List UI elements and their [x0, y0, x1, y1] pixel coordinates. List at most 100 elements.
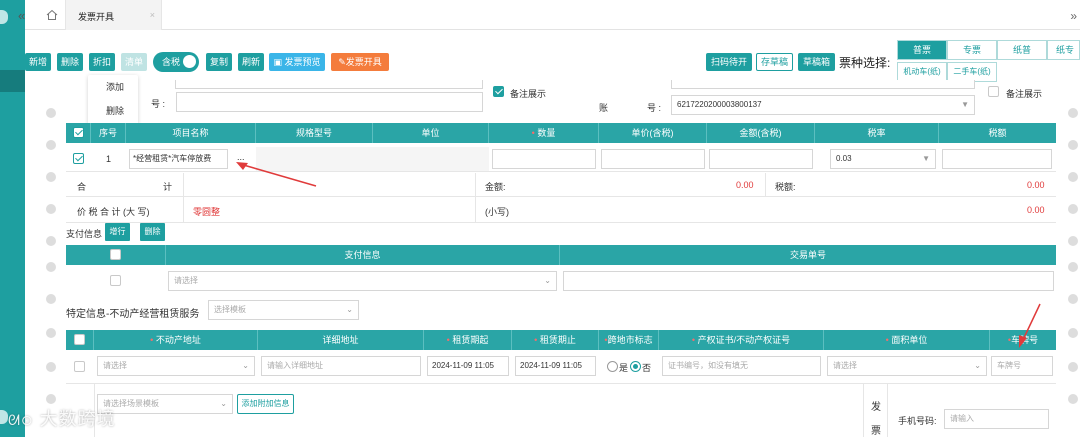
- invoice-preview-button[interactable]: ▣ 发票预览: [269, 53, 325, 71]
- divider: [475, 173, 476, 222]
- row-dot: [46, 328, 56, 338]
- annotation-arrow-icon: [236, 162, 317, 187]
- discount-button[interactable]: 折扣: [89, 53, 115, 71]
- copy-button[interactable]: 复制: [206, 53, 232, 71]
- payment-info-select[interactable]: 请选择 ⌄: [168, 271, 557, 291]
- save-draft-button[interactable]: 存草稿: [756, 53, 793, 71]
- items-header-index: 序号: [91, 123, 126, 143]
- remark-show-right-label: 备注展示: [1006, 89, 1043, 99]
- buyer-field-top[interactable]: [175, 80, 483, 89]
- seller-field-top[interactable]: [671, 80, 975, 89]
- divider: [765, 173, 766, 196]
- item-price-input[interactable]: [601, 149, 705, 169]
- cross-city-no-radio[interactable]: [630, 361, 641, 372]
- item-amount-input[interactable]: [709, 149, 813, 169]
- item-index: 1: [106, 154, 112, 164]
- tab-close-icon[interactable]: ×: [150, 10, 155, 20]
- invoice-issue-button[interactable]: ✎发票开具: [331, 53, 389, 71]
- remark-show-right-checkbox[interactable]: [988, 86, 999, 97]
- special-address-select[interactable]: 请选择 ⌄: [97, 356, 255, 376]
- special-cert-input[interactable]: 证书编号，如没有填无: [662, 356, 821, 376]
- special-start-input[interactable]: 2024-11-09 11:05: [427, 356, 509, 376]
- special-select-all-checkbox[interactable]: [74, 334, 85, 345]
- special-header-end-label: 租赁期止: [539, 335, 576, 345]
- ticket-type-ordinary[interactable]: 普票: [897, 40, 947, 60]
- collapse-icon[interactable]: «: [18, 8, 25, 23]
- new-button[interactable]: 新增: [25, 53, 51, 71]
- buyer-number-input[interactable]: [176, 92, 483, 112]
- payment-select-all-cell: [66, 245, 166, 265]
- row-dot: [1068, 294, 1078, 304]
- row-dot: [1068, 204, 1078, 214]
- scan-pending-button[interactable]: 扫码待开: [706, 53, 752, 71]
- item-tax-rate-select[interactable]: 0.03 ▼: [830, 149, 936, 169]
- ticket-type-paper-special[interactable]: 纸专: [1047, 40, 1080, 60]
- special-header-cert-label: 产权证书/不动产权证号: [697, 335, 791, 345]
- add-extra-info-button[interactable]: 添加附加信息: [237, 394, 294, 414]
- row-dot: [46, 172, 56, 182]
- row-dot: [1068, 236, 1078, 246]
- item-qty-input[interactable]: [492, 149, 596, 169]
- chevron-down-icon: ⌄: [242, 361, 249, 370]
- item-tax-input[interactable]: [942, 149, 1052, 169]
- ticket-type-special[interactable]: 专票: [947, 40, 997, 60]
- items-header-spec: 规格型号: [256, 123, 373, 143]
- sidebar-active-item[interactable]: [0, 70, 25, 92]
- special-row-checkbox[interactable]: [74, 361, 85, 372]
- special-template-select[interactable]: 选择模板 ⌄: [208, 300, 359, 320]
- issue-icon: ✎: [338, 57, 346, 67]
- phone-input[interactable]: 请输入: [944, 409, 1049, 429]
- home-icon[interactable]: [46, 9, 58, 21]
- account-select[interactable]: 6217220200003800137 ▼: [671, 95, 975, 115]
- chevron-down-icon: ⌄: [544, 276, 551, 285]
- grand-total-label: 价 税 合 计 (大 写): [77, 207, 150, 217]
- total-label-a: 合: [77, 182, 87, 192]
- ticket-type-paper-ordinary[interactable]: 纸普: [997, 40, 1047, 60]
- sidebar-handle-icon[interactable]: [0, 410, 8, 424]
- row-dot: [46, 204, 56, 214]
- cross-city-yes-radio[interactable]: [607, 361, 618, 372]
- payment-add-row-button[interactable]: 增行: [105, 223, 130, 241]
- sidebar-chevron-icon[interactable]: [0, 10, 8, 24]
- payment-select-all-checkbox[interactable]: [110, 249, 121, 260]
- menu-item-add[interactable]: 添加: [88, 75, 138, 99]
- invoice-side-label: 发: [871, 402, 881, 413]
- item-row-checkbox[interactable]: [73, 153, 84, 164]
- menu-item-delete[interactable]: 删除: [88, 99, 138, 123]
- items-select-all-checkbox[interactable]: [73, 127, 84, 138]
- plate-placeholder: 车牌号: [997, 361, 1021, 370]
- item-name-input[interactable]: *经营租赁*汽车停放费: [129, 149, 228, 169]
- payment-trade-no-input[interactable]: [563, 271, 1054, 291]
- special-detail-input[interactable]: 请输入详细地址: [261, 356, 421, 376]
- special-header-address-label: 不动产地址: [155, 335, 201, 345]
- refresh-button[interactable]: 刷新: [238, 53, 264, 71]
- draft-box-button[interactable]: 草稿箱: [798, 53, 835, 71]
- ticket-type-label: 票种选择:: [839, 56, 891, 70]
- remark-show-label: 备注展示: [510, 89, 547, 99]
- scene-template-select[interactable]: 请选择场景模板 ⌄: [97, 394, 233, 414]
- list-button[interactable]: 清单: [121, 53, 147, 71]
- tab-invoice-issue[interactable]: 发票开具 ×: [65, 0, 162, 30]
- cross-city-yes-label: 是: [619, 363, 629, 373]
- special-plate-input[interactable]: 车牌号: [991, 356, 1053, 376]
- special-end-input[interactable]: 2024-11-09 11:05: [515, 356, 596, 376]
- special-header-area-unit: • 面积单位: [824, 330, 990, 350]
- special-area-unit-select[interactable]: 请选择 ⌄: [827, 356, 987, 376]
- delete-button[interactable]: 删除: [57, 53, 83, 71]
- payment-row-checkbox[interactable]: [110, 275, 121, 286]
- payment-delete-button[interactable]: 删除: [140, 223, 165, 241]
- ticket-type-vehicle[interactable]: 机动车(纸): [897, 62, 947, 82]
- cross-city-no-label: 否: [642, 363, 652, 373]
- next-tab-icon[interactable]: »: [1070, 9, 1077, 23]
- invoice-side-label-2: 票: [871, 426, 881, 437]
- tax-included-toggle[interactable]: 含税: [153, 52, 199, 72]
- tab-bar: « 发票开具 × »: [18, 0, 1080, 30]
- grand-total-caps: 零圆整: [193, 207, 221, 217]
- ticket-type-used-vehicle[interactable]: 二手车(纸): [947, 62, 997, 82]
- remark-show-checkbox[interactable]: [493, 86, 504, 97]
- row-dot: [46, 394, 56, 404]
- special-header-address: • 不动产地址: [94, 330, 258, 350]
- cert-placeholder: 证书编号，如没有填无: [668, 361, 748, 370]
- chevron-down-icon: ⌄: [220, 399, 227, 408]
- special-header-detail: 详细地址: [258, 330, 424, 350]
